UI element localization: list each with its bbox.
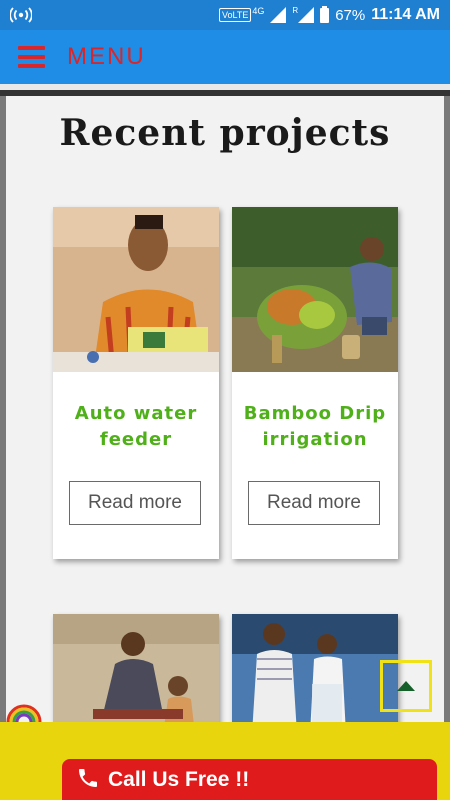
project-card: Bamboo Drip irrigation Read more [232, 207, 398, 559]
arrow-up-icon [397, 681, 415, 691]
nav-bar: MENU [0, 30, 450, 84]
scroll-to-top-button[interactable] [380, 660, 432, 712]
battery-icon [320, 5, 330, 23]
rainbow-icon[interactable] [4, 688, 44, 724]
project-card: Auto water feeder Read more [53, 207, 219, 559]
call-us-label: Call Us Free !! [108, 767, 250, 791]
read-more-button[interactable]: Read more [248, 481, 380, 525]
battery-percent: 67% [335, 6, 366, 24]
hamburger-icon[interactable] [18, 46, 45, 68]
signal-icon [270, 7, 287, 23]
project-image[interactable] [53, 614, 219, 734]
project-title[interactable]: Auto water feeder [53, 401, 219, 453]
volte-badge: VoLTE [219, 8, 252, 22]
clock: 11:14 AM [371, 6, 440, 23]
call-us-button[interactable]: Call Us Free !! [62, 759, 437, 800]
hotspot-icon [10, 7, 32, 23]
section-heading: Recent projects [59, 112, 391, 154]
project-image[interactable] [232, 614, 398, 734]
status-bar: VoLTE 4G R 67% 11:14 AM [0, 0, 450, 30]
project-card [53, 614, 219, 734]
project-title[interactable]: Bamboo Drip irrigation [232, 401, 398, 453]
read-more-button[interactable]: Read more [69, 481, 201, 525]
project-card [232, 614, 398, 734]
phone-icon [76, 766, 100, 794]
signal-icon-2 [298, 7, 315, 23]
project-image-auto-water-feeder[interactable] [53, 207, 219, 372]
project-image-bamboo-drip-irrigation[interactable] [232, 207, 398, 372]
network-type: 4G [252, 6, 265, 16]
menu-button[interactable]: MENU [67, 43, 146, 71]
